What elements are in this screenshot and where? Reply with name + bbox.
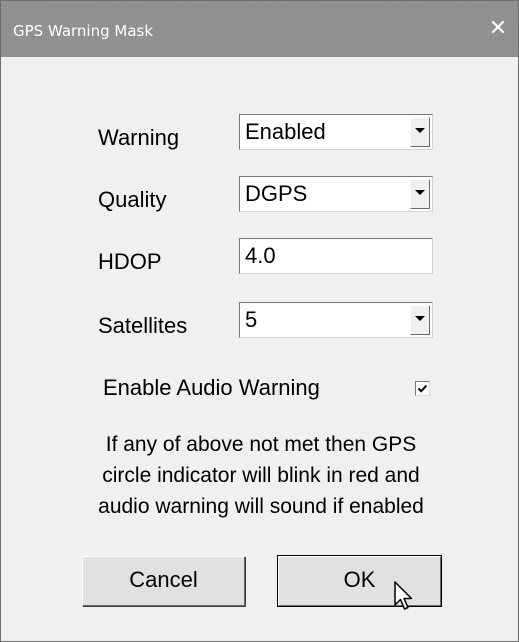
quality-label: Quality bbox=[98, 187, 167, 212]
info-line: If any of above not met then GPS bbox=[105, 433, 417, 456]
chevron-down-icon[interactable] bbox=[410, 117, 430, 147]
warning-label: Warning bbox=[98, 125, 180, 150]
hdop-input-value: 4.0 bbox=[245, 243, 276, 268]
satellites-select-value: 5 bbox=[245, 307, 258, 332]
warning-select[interactable]: Enabled bbox=[239, 114, 433, 150]
enable-audio-warning-checkbox[interactable] bbox=[415, 381, 430, 396]
quality-select[interactable]: DGPS bbox=[239, 176, 433, 212]
window-title: GPS Warning Mask bbox=[13, 22, 154, 40]
checkmark-icon bbox=[417, 384, 428, 393]
title-bar[interactable]: GPS Warning Mask ✕ bbox=[1, 1, 518, 57]
chevron-down-icon[interactable] bbox=[410, 179, 430, 209]
mouse-pointer-icon bbox=[394, 581, 413, 610]
satellites-label: Satellites bbox=[98, 313, 188, 338]
warning-select-value: Enabled bbox=[245, 119, 326, 144]
info-text: If any of above not met then GPS circle … bbox=[41, 429, 481, 522]
cancel-button[interactable]: Cancel bbox=[82, 556, 245, 606]
hdop-input[interactable]: 4.0 bbox=[239, 238, 433, 274]
info-line: circle indicator will blink in red and bbox=[102, 464, 420, 487]
chevron-down-icon[interactable] bbox=[410, 305, 430, 335]
close-icon[interactable]: ✕ bbox=[484, 15, 512, 43]
info-line: audio warning will sound if enabled bbox=[98, 495, 424, 518]
quality-select-value: DGPS bbox=[245, 181, 308, 206]
dialog-window: GPS Warning Mask ✕ Warning Enabled Quali… bbox=[0, 0, 519, 642]
hdop-label: HDOP bbox=[98, 249, 162, 274]
enable-audio-warning-label[interactable]: Enable Audio Warning bbox=[103, 375, 320, 401]
satellites-select[interactable]: 5 bbox=[239, 302, 433, 338]
